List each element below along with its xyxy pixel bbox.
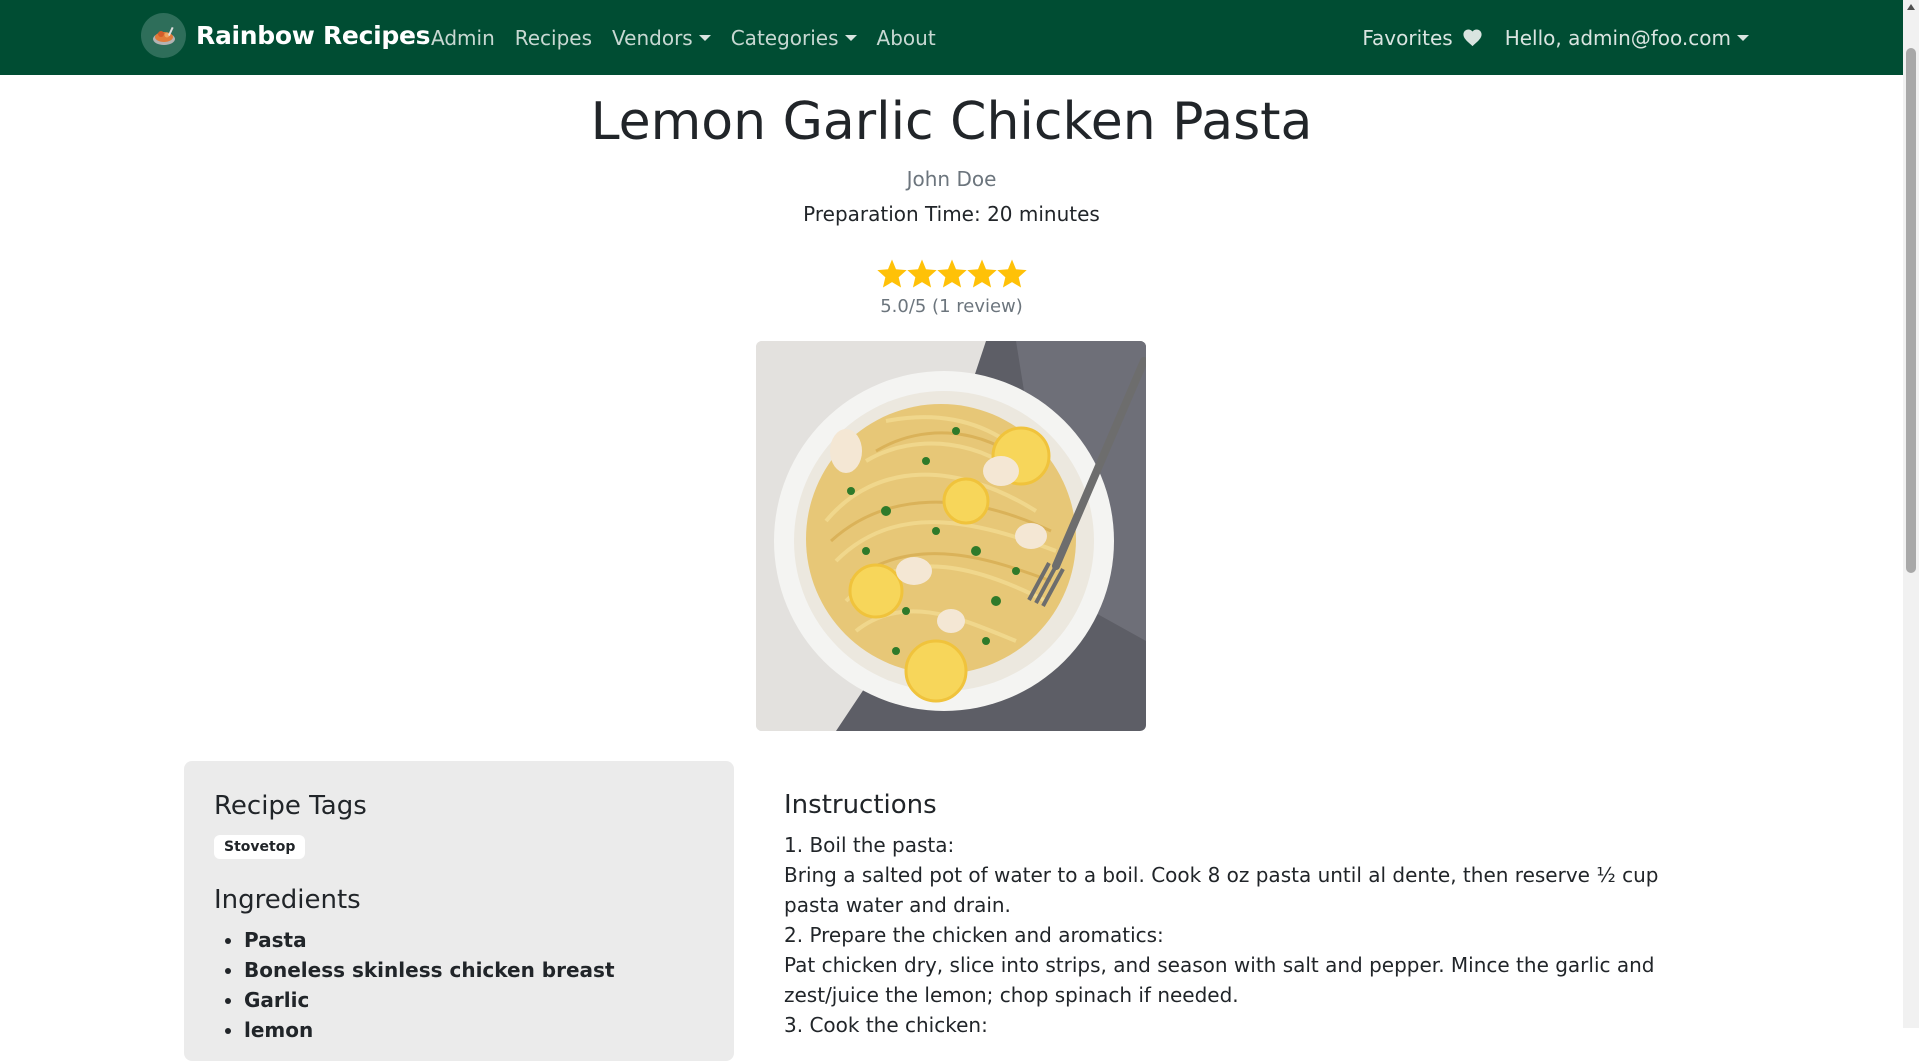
nav-recipes[interactable]: Recipes: [515, 26, 592, 50]
scroll-up-arrow-icon[interactable]: [1907, 4, 1915, 10]
nav-admin[interactable]: Admin: [431, 26, 495, 50]
caret-down-icon: [698, 34, 711, 41]
nav-right: Favorites Hello, admin@foo.com: [1340, 0, 1749, 75]
instructions-section: Instructions 1. Boil the pasta: Bring a …: [784, 790, 1704, 1040]
instructions-heading: Instructions: [784, 790, 937, 820]
scrollbar-thumb[interactable]: [1906, 48, 1916, 573]
prep-time: Preparation Time: 20 minutes: [803, 202, 1100, 226]
star-icon: [876, 259, 907, 288]
recipe-details-card: Recipe Tags Stovetop Ingredients Pasta B…: [184, 761, 734, 1061]
instruction-step-title: 1. Boil the pasta:: [784, 833, 955, 857]
favorites-label: Favorites: [1362, 25, 1453, 50]
favorites-link[interactable]: Favorites: [1362, 26, 1482, 50]
nav-categories-label: Categories: [730, 25, 839, 50]
brand-name: Rainbow Recipes: [196, 21, 431, 50]
ingredients-list: Pasta Boneless skinless chicken breast G…: [214, 925, 615, 1045]
ingredients-heading: Ingredients: [214, 885, 361, 915]
nav-vendors-label: Vendors: [612, 25, 693, 50]
nav-admin-label: Admin: [431, 25, 495, 50]
brand-logo-icon: [141, 13, 186, 58]
star-icon: [966, 259, 997, 288]
ingredient-item: Garlic: [244, 985, 615, 1015]
nav-recipes-label: Recipes: [514, 25, 593, 50]
tag-badge-stovetop[interactable]: Stovetop: [214, 835, 306, 859]
nav-about-label: About: [876, 25, 936, 50]
top-navbar: Rainbow Recipes Admin Recipes Vendors Ca…: [0, 0, 1903, 75]
instruction-step-title: 3. Cook the chicken:: [784, 1013, 988, 1037]
nav-categories-dropdown[interactable]: Categories: [731, 26, 857, 50]
user-menu-dropdown[interactable]: Hello, admin@foo.com: [1505, 26, 1749, 50]
brand-link[interactable]: Rainbow Recipes: [141, 13, 430, 58]
recipe-title: Lemon Garlic Chicken Pasta: [590, 92, 1313, 152]
tags-heading: Recipe Tags: [214, 791, 367, 821]
rating-summary: 5.0/5 (1 review): [880, 296, 1023, 317]
nav-about[interactable]: About: [877, 26, 936, 50]
main-nav: Admin Recipes Vendors Categories About: [431, 0, 956, 75]
recipe-author: John Doe: [906, 167, 997, 191]
caret-down-icon: [1737, 34, 1749, 41]
page-scrollbar[interactable]: [1903, 0, 1919, 1028]
star-rating: [0, 258, 1903, 289]
caret-down-icon: [844, 34, 857, 41]
recipe-photo: [756, 341, 1146, 731]
instruction-step-text: Bring a salted pot of water to a boil. C…: [784, 863, 1659, 917]
instruction-step-title: 2. Prepare the chicken and aromatics:: [784, 923, 1164, 947]
user-menu-label: Hello, admin@foo.com: [1504, 25, 1731, 50]
ingredient-item: Pasta: [244, 925, 615, 955]
instruction-step-text: Pat chicken dry, slice into strips, and …: [784, 953, 1655, 1007]
star-icon: [936, 259, 967, 288]
star-icon: [906, 259, 937, 288]
ingredient-item: lemon: [244, 1015, 615, 1045]
ingredient-item: Boneless skinless chicken breast: [244, 955, 615, 985]
heart-icon: [1462, 28, 1483, 47]
nav-vendors-dropdown[interactable]: Vendors: [612, 26, 711, 50]
star-icon: [996, 259, 1027, 288]
